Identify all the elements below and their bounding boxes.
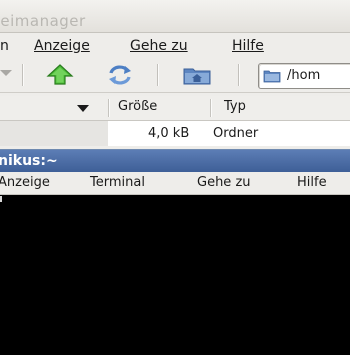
menu-terminal[interactable]: Terminal (90, 175, 145, 190)
toolbar-separator (157, 64, 159, 86)
file-size: 4,0 kB (148, 126, 190, 141)
menu-help-label: Hilfe (232, 38, 264, 54)
toolbar-separator (22, 64, 24, 86)
back-dropdown-arrow-icon[interactable] (0, 70, 12, 76)
location-input[interactable]: /hom (258, 63, 350, 89)
menu-go-label: Gehe zu (130, 38, 188, 54)
reload-icon (109, 65, 131, 85)
terminal-menubar: Anzeige Terminal Gehe zu Hilfe (0, 172, 350, 195)
menu-view-label: Anzeige (34, 38, 90, 54)
column-separator[interactable] (108, 99, 110, 117)
file-manager-window: teimanager n Anzeige Gehe zu Hilfe /hom … (0, 0, 350, 152)
detail-cells: 4,0 kB Ordner (108, 121, 350, 146)
menu-view[interactable]: Anzeige (34, 38, 90, 54)
size-column-header[interactable]: Größe (118, 96, 157, 120)
terminal-output-area[interactable] (0, 195, 350, 355)
menu-go[interactable]: Gehe zu (130, 38, 188, 54)
file-manager-menubar: n Anzeige Gehe zu Hilfe (0, 33, 350, 58)
toolbar-separator (238, 64, 240, 86)
file-type: Ordner (213, 126, 259, 141)
up-arrow-icon (46, 64, 74, 85)
name-cell (0, 121, 108, 146)
menu-help[interactable]: Hilfe (232, 38, 264, 54)
file-manager-titlebar[interactable]: teimanager (0, 0, 350, 33)
terminal-titlebar[interactable]: nikus:~ (0, 150, 350, 172)
reload-button[interactable] (106, 63, 134, 87)
menu-go[interactable]: Gehe zu (197, 175, 251, 190)
up-button[interactable] (46, 63, 74, 87)
folder-home-icon (183, 68, 211, 85)
file-manager-toolbar: /hom (0, 58, 350, 93)
column-header-bar: Größe Typ (0, 96, 350, 121)
column-separator[interactable] (210, 99, 212, 117)
location-path: /hom (287, 68, 321, 83)
folder-icon (263, 70, 281, 83)
terminal-title: nikus:~ (0, 153, 58, 169)
menu-view[interactable]: Anzeige (0, 175, 50, 190)
sort-descending-icon (77, 105, 89, 112)
terminal-window: nikus:~ Anzeige Terminal Gehe zu Hilfe (0, 149, 350, 355)
window-title: teimanager (0, 12, 86, 30)
menu-help[interactable]: Hilfe (297, 175, 327, 190)
home-folder-button[interactable] (182, 63, 211, 87)
file-list-row[interactable]: 4,0 kB Ordner (0, 121, 350, 146)
type-column-header[interactable]: Typ (224, 96, 246, 120)
menu-file[interactable]: n (0, 38, 9, 54)
text-cursor (0, 196, 2, 202)
